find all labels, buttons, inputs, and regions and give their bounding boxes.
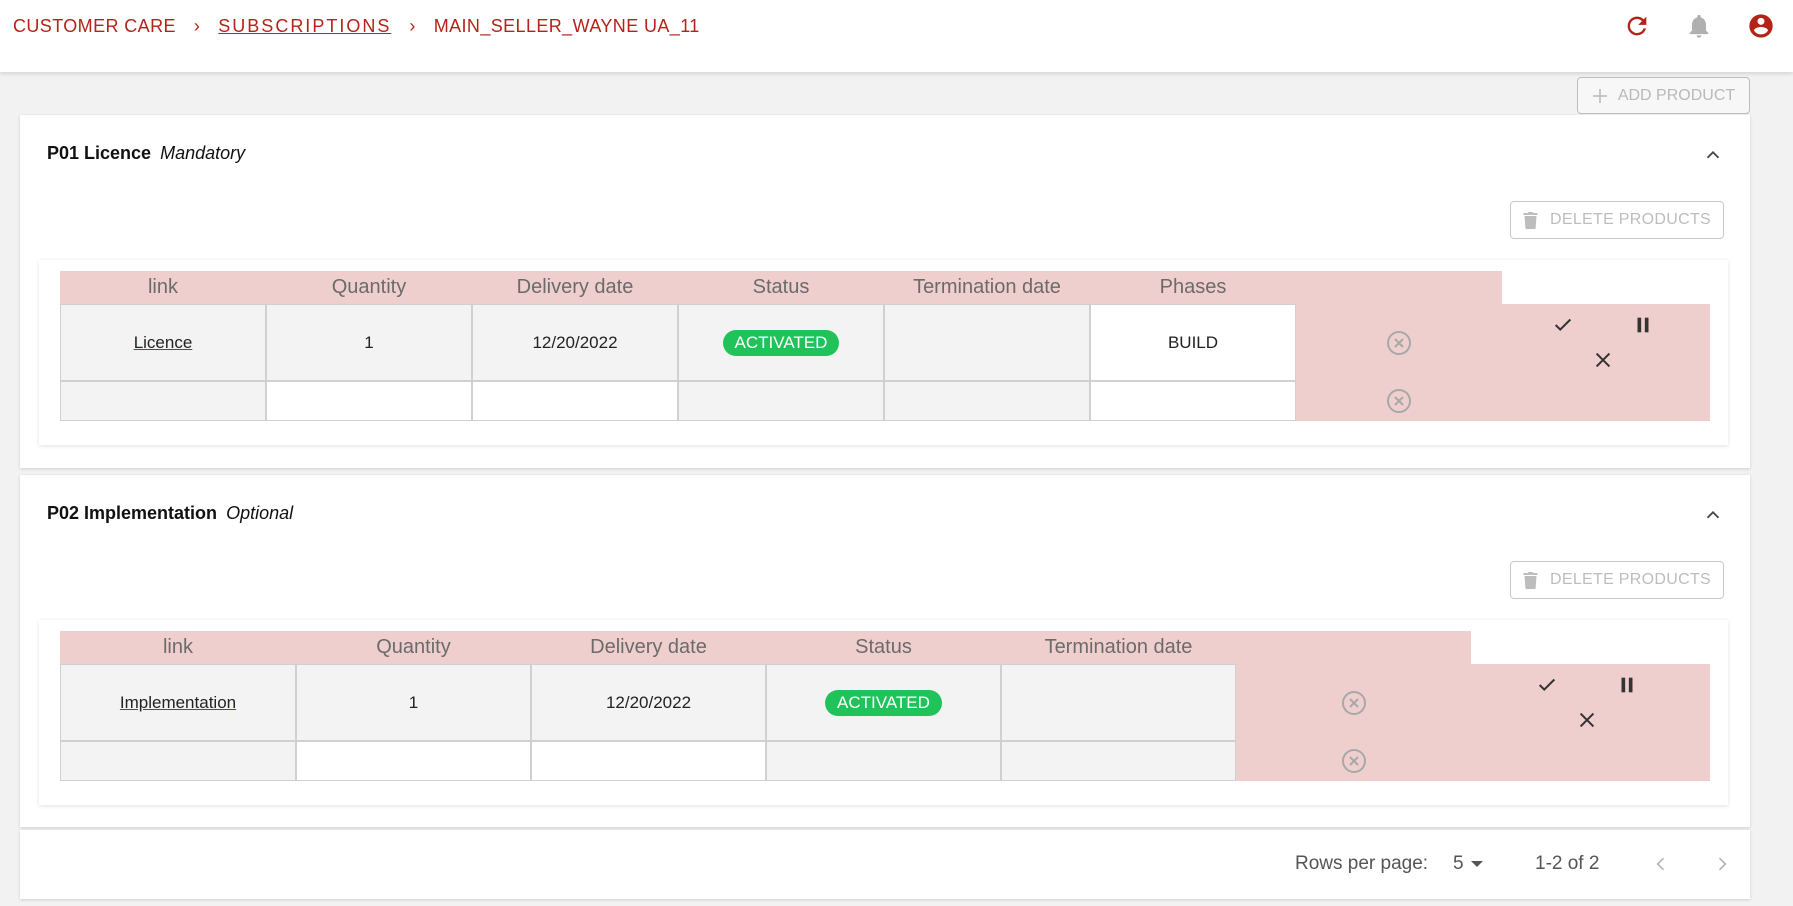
product-code: P01 Licence: [47, 143, 152, 163]
top-bar: CUSTOMER CARE › SUBSCRIPTIONS › MAIN_SEL…: [0, 0, 1793, 72]
table-cell-delivery-date: 12/20/2022: [531, 664, 766, 741]
table-cell-quantity: 1: [296, 664, 531, 741]
product-code: P02 Implementation: [47, 503, 218, 523]
table-cell-phase: BUILD: [1090, 304, 1296, 381]
table-cell-link: Licence: [60, 304, 266, 381]
cancel-circle-icon[interactable]: [1386, 330, 1412, 356]
column-header-status: Status: [678, 271, 884, 304]
pause-icon[interactable]: [1632, 314, 1654, 336]
column-header-quantity: Quantity: [296, 631, 531, 664]
rows-per-page-label: Rows per page:: [1295, 853, 1429, 874]
caret-down-icon: [1470, 861, 1483, 867]
row-actions: [1502, 304, 1710, 421]
chevron-right-icon: ›: [409, 16, 416, 36]
product-card-p02: P02 Implementation Optional DELETE PRODU…: [20, 475, 1750, 827]
table-cell-cancel: [1296, 304, 1502, 381]
status-badge: ACTIVATED: [722, 329, 840, 356]
product-title: P01 Licence Mandatory: [47, 143, 245, 164]
product-link[interactable]: Licence: [134, 333, 193, 353]
table-cell-cancel: [1236, 741, 1471, 781]
product-requirement: Optional: [226, 503, 294, 523]
cancel-circle-icon[interactable]: [1341, 690, 1367, 716]
delete-products-label: DELETE PRODUCTS: [1550, 211, 1711, 228]
trash-icon: [1523, 212, 1538, 229]
account-icon[interactable]: [1747, 12, 1775, 40]
table-cell-empty: [884, 381, 1090, 421]
plus-icon: [1592, 88, 1607, 103]
previous-page-icon[interactable]: [1651, 854, 1671, 874]
check-icon[interactable]: [1536, 674, 1558, 696]
column-header-link: link: [60, 631, 296, 664]
chevron-right-icon: ›: [193, 16, 201, 36]
table-cell-empty: [531, 741, 766, 781]
column-header-quantity: Quantity: [266, 271, 472, 304]
next-page-icon[interactable]: [1712, 854, 1732, 874]
product-card-p01: P01 Licence Mandatory DELETE PRODUCTS li…: [20, 115, 1750, 468]
table-cell-empty: [472, 381, 678, 421]
column-header-status: Status: [766, 631, 1001, 664]
add-product-label: ADD PRODUCT: [1617, 86, 1736, 104]
product-link[interactable]: Implementation: [120, 693, 236, 713]
table-cell-empty: [1001, 741, 1236, 781]
add-product-button[interactable]: ADD PRODUCT: [1577, 77, 1750, 114]
table-cell-termination-date: [1001, 664, 1236, 741]
table-cell-status: ACTIVATED: [766, 664, 1001, 741]
column-header-delivery-date: Delivery date: [531, 631, 766, 664]
breadcrumb-customer-care[interactable]: CUSTOMER CARE: [13, 16, 176, 37]
table-cell-cancel: [1296, 381, 1502, 421]
cancel-circle-icon[interactable]: [1386, 388, 1412, 414]
table-cell-delivery-date: 12/20/2022: [472, 304, 678, 381]
refresh-icon[interactable]: [1623, 12, 1651, 40]
column-header-termination-date: Termination date: [1001, 631, 1236, 664]
breadcrumb-current: MAIN_SELLER_WAYNE UA_11: [433, 16, 700, 36]
table-cell-empty: [60, 381, 266, 421]
product-table: link Quantity Delivery date Status Termi…: [39, 260, 1728, 445]
column-header-delivery-date: Delivery date: [472, 271, 678, 304]
table-cell-quantity: 1: [266, 304, 472, 381]
table-cell-status: ACTIVATED: [678, 304, 884, 381]
close-icon[interactable]: [1592, 349, 1614, 371]
column-header-termination-date: Termination date: [884, 271, 1090, 304]
table-cell-cancel: [1236, 664, 1471, 741]
table-cell-empty: [60, 741, 296, 781]
product-requirement: Mandatory: [160, 143, 246, 163]
row-actions: [1471, 664, 1710, 781]
table-cell-empty: [678, 381, 884, 421]
rows-per-page-select[interactable]: 5: [1453, 853, 1484, 875]
delete-products-button[interactable]: DELETE PRODUCTS: [1510, 201, 1724, 239]
product-title: P02 Implementation Optional: [47, 503, 293, 524]
check-icon[interactable]: [1552, 314, 1574, 336]
column-header-phases: Phases: [1090, 271, 1296, 304]
column-header-link: link: [60, 271, 266, 304]
table-cell-empty: [1090, 381, 1296, 421]
column-header-blank: [1296, 271, 1502, 304]
table-cell-termination-date: [884, 304, 1090, 381]
close-icon[interactable]: [1576, 709, 1598, 731]
pagination-bar: Rows per page: 5 1-2 of 2: [20, 830, 1750, 899]
breadcrumb-subscriptions[interactable]: SUBSCRIPTIONS: [218, 16, 391, 37]
breadcrumb: CUSTOMER CARE › SUBSCRIPTIONS › MAIN_SEL…: [13, 16, 700, 37]
delete-products-button[interactable]: DELETE PRODUCTS: [1510, 561, 1724, 599]
status-badge: ACTIVATED: [825, 689, 942, 716]
trash-icon: [1523, 572, 1538, 589]
delete-products-label: DELETE PRODUCTS: [1550, 571, 1711, 588]
table-cell-empty: [266, 381, 472, 421]
table-cell-empty: [296, 741, 531, 781]
cancel-circle-icon[interactable]: [1341, 748, 1367, 774]
table-cell-link: Implementation: [60, 664, 296, 741]
chevron-up-icon[interactable]: [1702, 144, 1724, 166]
pagination-range: 1-2 of 2: [1535, 853, 1600, 874]
rows-per-page-value: 5: [1453, 853, 1464, 874]
chevron-up-icon[interactable]: [1702, 504, 1724, 526]
table-cell-empty: [766, 741, 1001, 781]
column-header-blank: [1236, 631, 1471, 664]
pause-icon[interactable]: [1616, 674, 1638, 696]
product-table: link Quantity Delivery date Status Termi…: [39, 620, 1728, 805]
bell-icon[interactable]: [1685, 12, 1713, 40]
